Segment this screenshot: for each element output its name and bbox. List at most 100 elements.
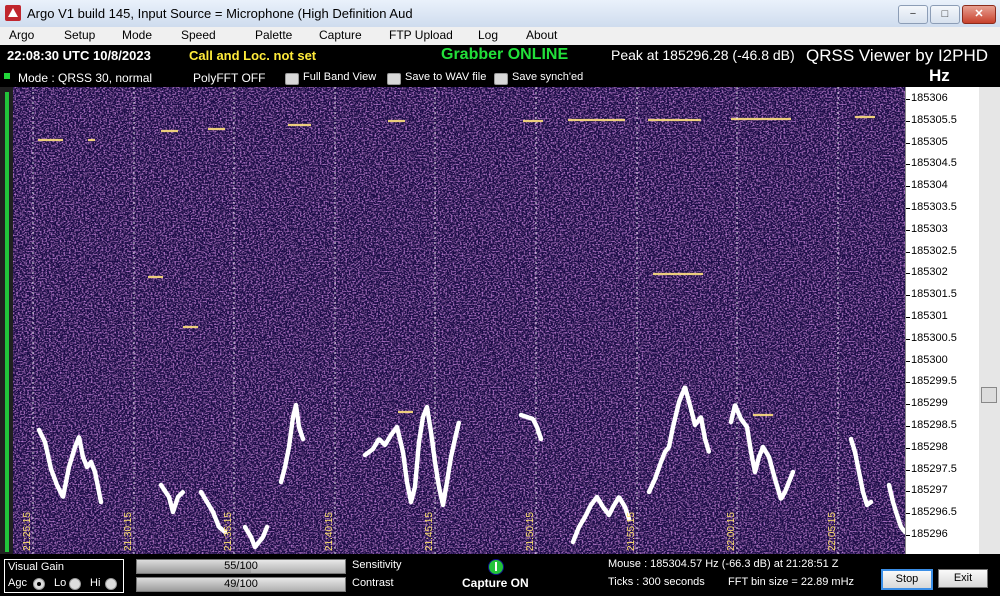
frequency-tick-label: 185302.5 [911, 244, 957, 257]
frequency-tick-label: 185300 [911, 353, 948, 366]
maximize-button[interactable]: □ [930, 5, 960, 24]
app-brand: QRSS Viewer by I2PHD [806, 46, 989, 65]
ticks-readout: Ticks : 300 seconds [608, 576, 705, 588]
stop-button[interactable]: Stop [881, 569, 933, 590]
frequency-tick [906, 447, 910, 449]
frequency-tick [906, 426, 910, 427]
lo-radio[interactable] [69, 578, 81, 590]
call-locator-status: Call and Loc. not set [189, 48, 317, 63]
frequency-tick-label: 185299 [911, 397, 948, 410]
waterfall-noise [13, 87, 905, 554]
menu-log[interactable]: Log [478, 28, 498, 42]
info-bar: 22:08:30 UTC 10/8/2023 Call and Loc. not… [0, 45, 1000, 67]
capture-status: Capture ON [462, 576, 529, 590]
save-synch-checkbox[interactable] [494, 73, 508, 85]
grabber-status: Grabber ONLINE [441, 46, 569, 63]
fft-bin-readout: FFT bin size = 22.89 mHz [728, 576, 855, 588]
title-bar: Argo V1 build 145, Input Source = Microp… [0, 0, 1000, 28]
frequency-tick [906, 229, 910, 231]
frequency-tick [906, 338, 910, 340]
save-synch-label: Save synch'ed [512, 71, 584, 83]
peak-readout: Peak at 185296.28 (-46.8 dB) [611, 47, 795, 63]
frequency-tick [906, 360, 910, 362]
control-panel: Visual Gain Agc Lo Hi 55/100 Sensitivity… [0, 554, 1000, 596]
level-meter [0, 87, 13, 555]
sensitivity-slider[interactable]: 55/100 [136, 559, 346, 574]
unit-label: Hz [929, 66, 950, 85]
frequency-tick [906, 404, 910, 406]
frequency-tick [906, 273, 910, 275]
time-label: 22:05:15 [827, 512, 838, 551]
save-wav-checkbox[interactable] [387, 73, 401, 85]
menu-palette[interactable]: Palette [255, 28, 292, 42]
menu-setup[interactable]: Setup [64, 28, 95, 42]
frequency-tick [906, 251, 910, 253]
sensitivity-value: 55/100 [224, 560, 258, 572]
app-icon [5, 5, 21, 21]
frequency-tick-label: 185304.5 [911, 157, 957, 170]
full-band-checkbox[interactable] [285, 73, 299, 85]
time-label: 21:25:15 [22, 512, 33, 551]
time-label: 21:35:15 [223, 512, 234, 551]
menu-argo[interactable]: Argo [9, 28, 34, 42]
frequency-scale: 185306 185305.5 185305 185304.5 185304 185303… [905, 87, 980, 554]
save-wav-label: Save to WAV file [405, 71, 487, 83]
scrollbar-thumb[interactable] [981, 387, 997, 403]
frequency-tick-label: 185301.5 [911, 288, 957, 301]
lo-label: Lo [54, 577, 67, 589]
frequency-tick-label: 185299.5 [911, 375, 957, 388]
menu-mode[interactable]: Mode [122, 28, 152, 42]
agc-radio[interactable] [33, 578, 45, 590]
frequency-tick [906, 513, 910, 515]
level-meter-fill [5, 92, 9, 552]
frequency-tick-label: 185305 [911, 135, 948, 148]
time-label: 21:40:15 [324, 512, 335, 551]
minimize-button[interactable]: − [898, 5, 928, 24]
frequency-tick-label: 185297 [911, 484, 948, 497]
contrast-slider[interactable]: 49/100 [136, 577, 346, 592]
frequency-tick-label: 185302 [911, 266, 948, 279]
contrast-label: Contrast [352, 577, 394, 589]
hi-radio[interactable] [105, 578, 117, 590]
polyfft-toggle[interactable]: PolyFFT OFF [193, 71, 265, 85]
frequency-tick-label: 185298.5 [911, 419, 957, 431]
frequency-tick [906, 295, 910, 297]
waterfall-display[interactable]: 21:25:15 21:30:15 21:35:15 21:40:15 21:45:15… [13, 87, 908, 554]
menu-ftp-upload[interactable]: FTP Upload [389, 28, 453, 42]
sensitivity-label: Sensitivity [352, 559, 402, 571]
menu-about[interactable]: About [526, 28, 557, 42]
waterfall-canvas[interactable]: 21:25:15 21:30:15 21:35:15 21:40:15 21:45:15… [13, 87, 908, 554]
frequency-tick [906, 142, 910, 144]
visual-gain-title: Visual Gain [8, 561, 65, 573]
exit-button[interactable]: Exit [938, 569, 988, 588]
options-bar: Mode : QRSS 30, normal PolyFFT OFF Full … [0, 67, 1000, 87]
frequency-tick-label: 185306 [911, 92, 948, 104]
menu-bar: Argo Setup Mode Speed Palette Capture FT… [0, 27, 1000, 45]
frequency-tick-label: 185296 [911, 528, 948, 540]
menu-speed[interactable]: Speed [181, 28, 216, 42]
frequency-tick [906, 186, 910, 188]
agc-label: Agc [8, 577, 27, 589]
time-label: 21:55:15 [626, 512, 637, 551]
frequency-tick-label: 185298 [911, 440, 948, 453]
utc-clock: 22:08:30 UTC 10/8/2023 [7, 48, 151, 63]
frequency-tick [906, 317, 910, 318]
frequency-tick [906, 491, 910, 493]
capture-led-icon[interactable] [488, 559, 504, 575]
time-label: 22:00:15 [726, 512, 737, 551]
frequency-tick-label: 185303.5 [911, 201, 957, 213]
time-label: 21:30:15 [123, 512, 134, 551]
frequency-tick [906, 208, 910, 209]
frequency-tick-label: 185305.5 [911, 113, 957, 126]
status-led-icon [4, 73, 10, 79]
frequency-tick-label: 185297.5 [911, 462, 957, 475]
frequency-tick-label: 185301 [911, 310, 948, 322]
mouse-readout: Mouse : 185304.57 Hz (-66.3 dB) at 21:28… [608, 558, 839, 570]
time-label: 21:50:15 [525, 512, 536, 551]
frequency-tick [906, 164, 910, 166]
time-label: 21:45:15 [424, 512, 435, 551]
vertical-scrollbar[interactable] [979, 87, 1000, 554]
mode-label: Mode : QRSS 30, normal [18, 71, 153, 85]
close-button[interactable]: ✕ [962, 5, 996, 24]
menu-capture[interactable]: Capture [319, 28, 362, 42]
